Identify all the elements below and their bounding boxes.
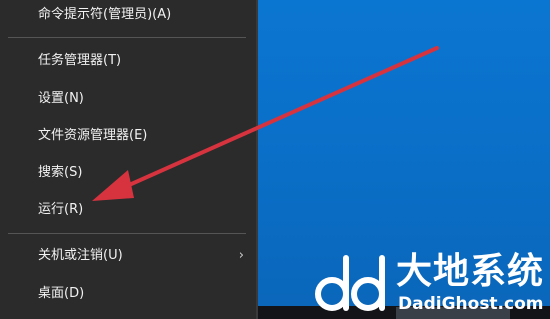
chevron-right-icon: › [238,248,244,263]
menu-item-shutdown-signout[interactable]: 关机或注销(U) › [0,241,256,271]
menu-item-label: 运行(R) [38,202,84,217]
menu-item-command-prompt-admin[interactable]: 命令提示符(管理员)(A) [0,0,256,30]
menu-item-file-explorer[interactable]: 文件资源管理器(E) [0,121,256,151]
menu-item-search[interactable]: 搜索(S) [0,158,256,188]
menu-item-settings[interactable]: 设置(N) [0,84,256,114]
watermark-brand-title: 大地系统 [396,251,545,292]
dd-logo-icon [315,255,385,311]
menu-item-label: 关机或注销(U) [38,248,123,263]
menu-item-label: 桌面(D) [38,286,85,301]
menu-separator [8,37,246,38]
menu-item-run[interactable]: 运行(R) [0,195,256,225]
screen: 命令提示符(管理员)(A) 任务管理器(T) 设置(N) 文件资源管理器(E) … [0,0,550,319]
watermark-brand-domain: DadiGhost.com [398,294,544,314]
menu-item-label: 命令提示符(管理员)(A) [38,7,172,22]
menu-item-label: 文件资源管理器(E) [38,128,148,143]
menu-item-task-manager[interactable]: 任务管理器(T) [0,46,256,76]
menu-item-desktop[interactable]: 桌面(D) [0,279,256,309]
menu-item-label: 搜索(S) [38,165,83,180]
menu-separator [8,233,246,234]
menu-item-label: 设置(N) [38,91,84,106]
site-watermark: 大地系统 DadiGhost.com [310,250,548,316]
menu-item-label: 任务管理器(T) [38,53,122,68]
winx-context-menu: 命令提示符(管理员)(A) 任务管理器(T) 设置(N) 文件资源管理器(E) … [0,0,258,319]
